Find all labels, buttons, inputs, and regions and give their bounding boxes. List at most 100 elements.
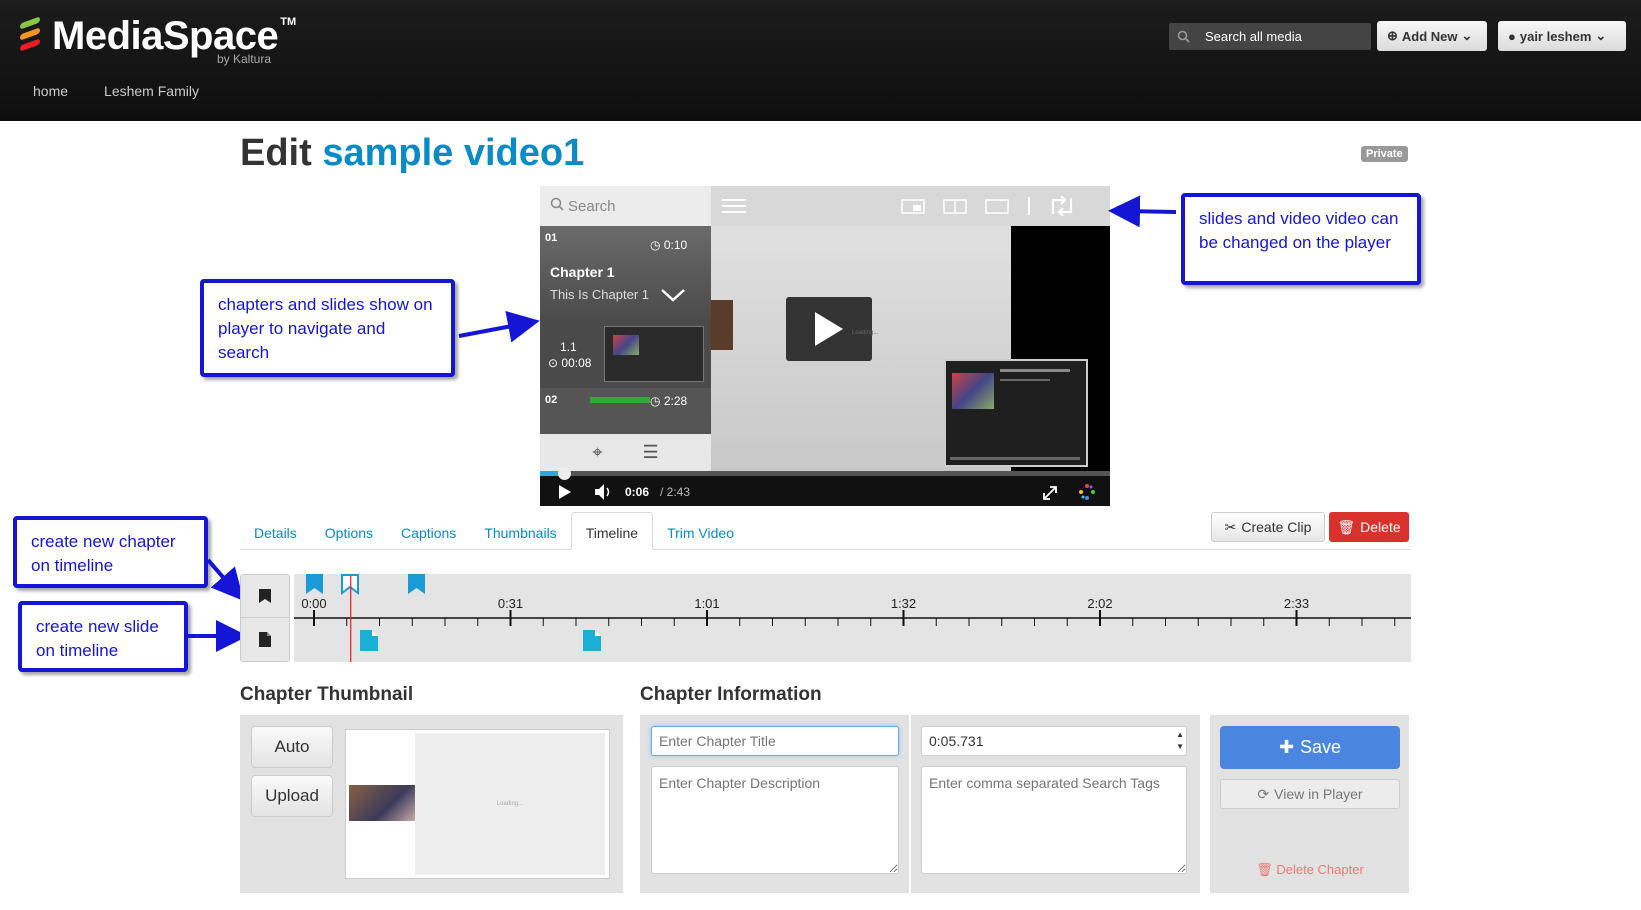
nav-home[interactable]: home	[33, 83, 68, 99]
create-clip-label: Create Clip	[1241, 519, 1312, 535]
layout-pip-icon[interactable]	[901, 199, 925, 214]
fullscreen-icon[interactable]	[1042, 485, 1058, 501]
volume-icon[interactable]	[595, 484, 613, 500]
play-icon	[815, 312, 843, 346]
chapter-title-input[interactable]	[651, 726, 899, 756]
tick-label: 0:00	[301, 596, 326, 611]
sort-list-icon[interactable]: ☰	[643, 442, 659, 463]
slide-time-value: 00:08	[561, 356, 592, 370]
chapter-title: Chapter 1	[550, 264, 615, 280]
video-loading-text: Loading...	[852, 330, 879, 336]
tab-trim-video[interactable]: Trim Video	[653, 511, 748, 549]
slide-number: 1.1	[560, 340, 577, 354]
timeline-track[interactable]: 0:00 0:31 1:01 1:32 2:02 2:33	[294, 574, 1411, 662]
player-controls: 0:06 / 2:43	[540, 467, 1110, 506]
chapter-time-value: 0:10	[663, 238, 688, 252]
trash-icon: 🗑︎	[1256, 862, 1273, 877]
current-time: 0:06	[625, 485, 650, 499]
user-name: yair leshem	[1519, 28, 1592, 44]
tab-details[interactable]: Details	[240, 511, 311, 549]
kaltura-logo-icon	[1079, 484, 1095, 500]
chapter-item-1[interactable]: 01 ◷ 0:10 Chapter 1 This Is Chapter 1	[540, 226, 711, 322]
slide-text-line	[1000, 379, 1050, 381]
tab-options[interactable]: Options	[311, 511, 387, 549]
view-in-player-button[interactable]: ⟳ View in Player	[1220, 779, 1400, 809]
refresh-icon: ⟳	[1257, 785, 1270, 802]
mediaspace-logo-icon	[20, 16, 42, 54]
slide-cue-1[interactable]	[360, 630, 378, 651]
chapter-cue-1[interactable]	[306, 574, 323, 594]
add-slide-button[interactable]	[241, 618, 289, 661]
timeline-ruler[interactable]: 0:00 0:31 1:01 1:32 2:02 2:33	[294, 574, 1411, 662]
plus-icon: ✚	[1278, 737, 1295, 757]
chapter-cue-2[interactable]	[408, 574, 425, 594]
chapter-cue-selected[interactable]	[341, 574, 359, 595]
menu-icon[interactable]	[722, 198, 746, 214]
nav-leshem-family[interactable]: Leshem Family	[104, 83, 199, 99]
time-stepper[interactable]: ▲ ▼	[1176, 729, 1184, 753]
chapter-time-value: 2:28	[663, 394, 688, 408]
upload-thumbnail-button[interactable]: Upload	[251, 775, 333, 817]
big-play-button[interactable]	[786, 297, 872, 361]
scrubber-bar[interactable]	[540, 467, 1110, 480]
chapter-item-2[interactable]: 02 ◷ 2:28	[540, 388, 711, 434]
add-chapter-button[interactable]	[241, 575, 289, 618]
document-icon	[259, 632, 271, 647]
slide-cue-2[interactable]	[583, 630, 601, 651]
timeline-tick-labels: 0:00 0:31 1:01 1:32 2:02 2:33	[301, 596, 1309, 611]
chapter-thumbnail-strip	[590, 397, 650, 403]
arrow-to-new-chapter	[206, 558, 244, 602]
swap-streams-icon[interactable]	[1049, 196, 1075, 216]
callout-new-chapter: create new chapter on timeline	[13, 516, 208, 588]
search-input[interactable]: Search all media	[1169, 23, 1371, 50]
chapter-number: 01	[545, 232, 558, 244]
tick-label: 1:01	[694, 596, 719, 611]
save-button[interactable]: ✚ Save	[1220, 726, 1400, 769]
search-placeholder: Search all media	[1205, 29, 1302, 44]
top-header: MediaSpace TM by Kaltura home Leshem Fam…	[0, 0, 1641, 121]
video-name[interactable]: sample video1	[322, 132, 584, 174]
layout-toolbar	[711, 186, 1110, 226]
search-icon	[1169, 23, 1197, 50]
tab-captions[interactable]: Captions	[387, 511, 470, 549]
crosshair-icon[interactable]: ⌖	[592, 442, 602, 463]
tick-label: 2:02	[1087, 596, 1112, 611]
auto-thumbnail-button[interactable]: Auto	[251, 726, 333, 768]
player-search-input[interactable]: Search	[540, 186, 711, 226]
chevron-down-icon: ⌄	[1461, 28, 1473, 43]
tick-label: 1:32	[891, 596, 916, 611]
chapter-time-input[interactable]: 0:05.731 ▲ ▼	[921, 726, 1187, 756]
user-icon: ●	[1508, 28, 1516, 44]
tick-label: 2:33	[1284, 596, 1309, 611]
video-player[interactable]: Search 01 ◷ 0:10 Chapter 1 This Is Chapt…	[540, 186, 1110, 506]
create-clip-button[interactable]: ✂ Create Clip	[1211, 512, 1325, 542]
brand-subtitle: by Kaltura	[217, 52, 272, 66]
thumbnail-loading: Loading...	[415, 733, 605, 875]
scissors-icon: ✂	[1224, 518, 1237, 535]
add-new-button[interactable]: ⊕ Add New ⌄	[1377, 21, 1487, 51]
scrubber-handle[interactable]	[558, 467, 571, 480]
chapter-description-input[interactable]	[651, 766, 899, 874]
delete-chapter-link[interactable]: 🗑︎ Delete Chapter	[1220, 862, 1400, 878]
delete-label: Delete	[1360, 519, 1401, 535]
tab-thumbnails[interactable]: Thumbnails	[470, 511, 570, 549]
duration: / 2:43	[660, 485, 691, 499]
chapter-number: 02	[545, 394, 558, 406]
callout-new-slide: create new slide on timeline	[18, 601, 188, 672]
tab-timeline[interactable]: Timeline	[570, 512, 654, 550]
layout-single-icon[interactable]	[985, 199, 1009, 214]
chevron-down-icon[interactable]	[660, 288, 686, 302]
add-new-label: Add New	[1401, 28, 1458, 44]
slide-time: ⊙ 00:08	[548, 356, 592, 370]
chapter-time: ◷ 2:28	[650, 394, 688, 408]
search-tags-input[interactable]	[921, 766, 1187, 874]
bookmark-icon	[259, 589, 271, 603]
thumbnail-image	[349, 785, 415, 821]
slide-item-1-1[interactable]: 1.1 ⊙ 00:08	[540, 322, 711, 388]
play-icon[interactable]	[559, 485, 571, 499]
slides-pip-window[interactable]	[944, 359, 1088, 467]
delete-button[interactable]: 🗑︎ Delete	[1329, 512, 1409, 542]
user-menu-button[interactable]: ● yair leshem ⌄	[1498, 21, 1626, 51]
tick-label: 0:31	[498, 596, 523, 611]
layout-side-by-side-icon[interactable]	[943, 199, 967, 214]
